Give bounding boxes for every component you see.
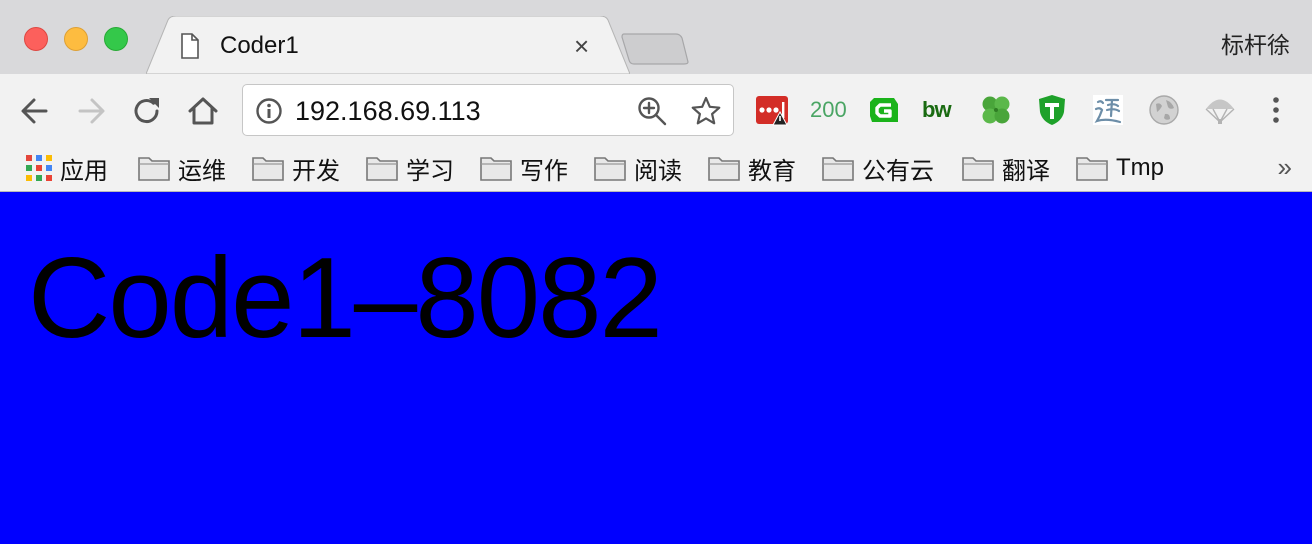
bookmark-label: Tmp bbox=[1116, 154, 1164, 181]
t-shield-icon[interactable] bbox=[1036, 94, 1068, 126]
url-text[interactable]: 192.168.69.113 bbox=[295, 95, 481, 127]
bookmark-label: 应用 bbox=[60, 157, 108, 185]
window-maximize-button[interactable] bbox=[104, 27, 128, 51]
folder-icon bbox=[252, 157, 284, 181]
bookmark-label: 运维 bbox=[178, 157, 226, 185]
star-icon[interactable] bbox=[691, 96, 721, 126]
reload-icon[interactable] bbox=[130, 94, 164, 128]
bookmark-label: 写作 bbox=[520, 157, 568, 185]
more-bookmarks-icon[interactable]: » bbox=[1278, 150, 1292, 184]
folder-icon bbox=[480, 157, 512, 181]
page-icon bbox=[181, 33, 199, 59]
browser-window: Coder1 × 标杆徐 192.168.69.113 200 bw 应用 运维… bbox=[0, 0, 1312, 544]
folder-icon bbox=[822, 157, 854, 181]
bookmarks-bar: 应用 运维 开发 学习 写作 阅读 教育 公有云 翻译 Tmp » bbox=[0, 146, 1312, 192]
toolbar: 192.168.69.113 200 bw bbox=[0, 74, 1312, 146]
arrow-left-icon[interactable] bbox=[18, 94, 52, 128]
globe-icon[interactable] bbox=[1148, 94, 1180, 126]
profile-name[interactable]: 标杆徐 bbox=[1221, 26, 1290, 60]
bookmark-label: 学习 bbox=[406, 157, 454, 185]
tab-title: Coder1 bbox=[220, 32, 299, 59]
bw-badge[interactable]: bw bbox=[922, 96, 952, 124]
folder-icon bbox=[962, 157, 994, 181]
more-menu-icon[interactable] bbox=[1264, 92, 1288, 128]
apps-grid-icon bbox=[26, 155, 52, 181]
window-minimize-button[interactable] bbox=[64, 27, 88, 51]
folder-icon bbox=[708, 157, 740, 181]
bookmark-folder-ops[interactable]: 运维 bbox=[138, 150, 226, 186]
home-icon[interactable] bbox=[186, 94, 220, 128]
page-content: Code1–8082 bbox=[0, 192, 1312, 544]
bookmark-folder-dev[interactable]: 开发 bbox=[252, 150, 340, 186]
lastpass-warning-icon[interactable] bbox=[756, 94, 788, 126]
g-icon[interactable] bbox=[868, 94, 900, 126]
bookmark-folder-translate[interactable]: 翻译 bbox=[962, 150, 1050, 186]
folder-icon bbox=[594, 157, 626, 181]
clover-icon[interactable] bbox=[980, 94, 1012, 126]
http-status-badge[interactable]: 200 bbox=[810, 96, 847, 124]
folder-icon bbox=[1076, 157, 1108, 181]
bookmark-label: 教育 bbox=[748, 157, 796, 185]
bookmark-folder-reading[interactable]: 阅读 bbox=[594, 150, 682, 186]
tab-coder1[interactable]: Coder1 × bbox=[146, 16, 630, 74]
bookmark-folder-tmp[interactable]: Tmp bbox=[1076, 150, 1164, 186]
bookmark-label: 公有云 bbox=[862, 157, 934, 185]
bookmark-folder-writing[interactable]: 写作 bbox=[480, 150, 568, 186]
tab-shape bbox=[146, 16, 630, 74]
calligraphy-icon[interactable] bbox=[1092, 94, 1124, 126]
info-icon[interactable] bbox=[255, 97, 283, 125]
bookmark-label: 阅读 bbox=[634, 157, 682, 185]
bookmark-folder-study[interactable]: 学习 bbox=[366, 150, 454, 186]
folder-icon bbox=[366, 157, 398, 181]
parachute-icon[interactable] bbox=[1204, 94, 1236, 126]
bookmark-label: 开发 bbox=[292, 157, 340, 185]
folder-icon bbox=[138, 157, 170, 181]
tab-strip: Coder1 × 标杆徐 bbox=[0, 0, 1312, 74]
arrow-right-icon[interactable] bbox=[74, 94, 108, 128]
page-heading: Code1–8082 bbox=[28, 235, 663, 362]
bookmark-apps[interactable]: 应用 bbox=[26, 150, 108, 186]
tab-close-icon[interactable]: × bbox=[574, 33, 589, 59]
bookmark-label: 翻译 bbox=[1002, 157, 1050, 185]
bookmark-folder-public-cloud[interactable]: 公有云 bbox=[822, 150, 934, 186]
bookmark-folder-education[interactable]: 教育 bbox=[708, 150, 796, 186]
new-tab-button[interactable] bbox=[620, 32, 690, 66]
address-bar[interactable]: 192.168.69.113 bbox=[242, 84, 734, 136]
zoom-in-icon[interactable] bbox=[637, 96, 667, 126]
window-close-button[interactable] bbox=[24, 27, 48, 51]
